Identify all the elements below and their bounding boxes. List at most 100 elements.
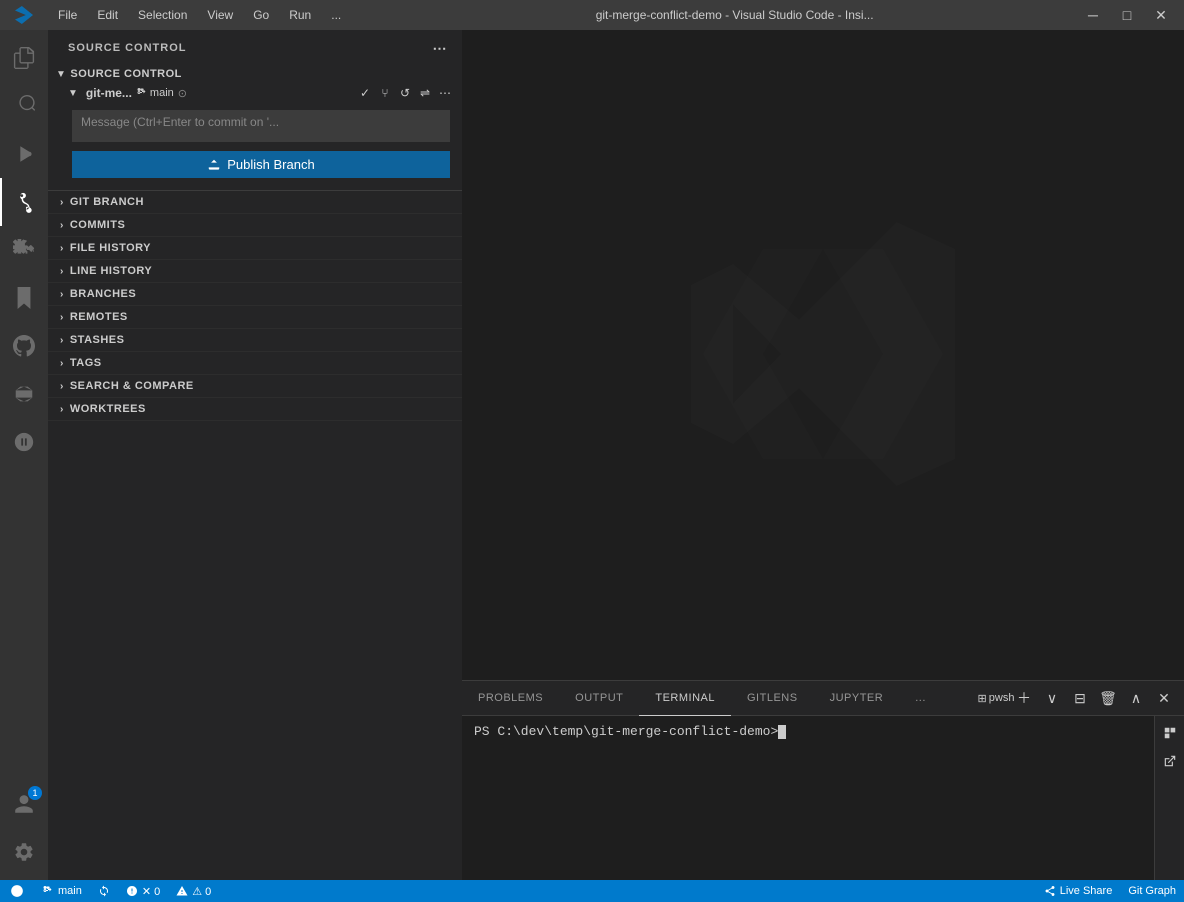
search-compare-panel[interactable]: › SEARCH & COMPARE (48, 375, 462, 398)
source-control-title[interactable]: ▼ SOURCE CONTROL (48, 66, 462, 82)
activity-accounts[interactable]: 1 (0, 780, 48, 828)
editor-area: PROBLEMS OUTPUT TERMINAL GITLENS JUPYTER… (462, 30, 1184, 880)
kill-terminal-button[interactable]: 🗑 (1096, 686, 1120, 710)
branches-panel[interactable]: › BRANCHES (48, 283, 462, 306)
title-bar: File Edit Selection View Go Run ... git-… (0, 0, 1184, 30)
status-liveshare[interactable]: Live Share (1036, 880, 1121, 902)
menu-more[interactable]: ... (321, 4, 351, 26)
activity-source-control[interactable] (0, 178, 48, 226)
panel-right-icon-1[interactable] (1157, 720, 1183, 746)
sidebar-more-button[interactable]: ⋯ (430, 38, 450, 58)
publish-button-label: Publish Branch (227, 157, 314, 172)
branch-action-btn[interactable]: ⑂ (376, 84, 394, 102)
tags-label: TAGS (70, 357, 102, 369)
status-branch[interactable]: main (34, 880, 90, 902)
activity-remote[interactable] (0, 418, 48, 466)
warning-status-icon (176, 885, 188, 897)
tab-terminal[interactable]: TERMINAL (639, 681, 731, 716)
refresh-action-btn[interactable]: ↺ (396, 84, 414, 102)
git-branch-label: GIT BRANCH (70, 196, 144, 208)
tags-panel[interactable]: › TAGS (48, 352, 462, 375)
activity-settings[interactable] (0, 828, 48, 876)
tab-jupyter[interactable]: JUPYTER (814, 681, 900, 716)
activity-run[interactable] (0, 130, 48, 178)
line-history-panel[interactable]: › LINE HISTORY (48, 260, 462, 283)
commit-message-box (72, 110, 450, 145)
split-terminal-button[interactable]: ⊟ (1068, 686, 1092, 710)
panel-collapse-up[interactable]: ∧ (1124, 686, 1148, 710)
status-left: main ✕ 0 ⚠ 0 (0, 880, 219, 902)
activity-bookmarks[interactable] (0, 274, 48, 322)
line-history-label: LINE HISTORY (70, 265, 152, 277)
sidebar-header: SOURCE CONTROL ⋯ (48, 30, 462, 62)
worktrees-panel[interactable]: › WORKTREES (48, 398, 462, 421)
sync-status-icon (98, 885, 110, 897)
remotes-panel[interactable]: › REMOTES (48, 306, 462, 329)
publish-icon (207, 158, 221, 172)
activity-gitlens[interactable] (0, 370, 48, 418)
stashes-panel[interactable]: › STASHES (48, 329, 462, 352)
repo-actions: ✓ ⑂ ↺ ⇌ ⋯ (356, 84, 454, 102)
error-status-icon (126, 885, 138, 897)
panel-tab-actions: ⊞ pwsh ＋ ∨ ⊟ 🗑 ∧ ✕ (984, 686, 1184, 710)
gitlens-panels: › GIT BRANCH › COMMITS › FILE HISTORY › … (48, 190, 462, 880)
file-history-label: FILE HISTORY (70, 242, 151, 254)
commit-message-input[interactable] (72, 110, 450, 142)
branches-chevron: › (60, 289, 64, 300)
gitgraph-label: Git Graph (1128, 885, 1176, 897)
status-right: Live Share Git Graph (1036, 880, 1184, 902)
tab-problems[interactable]: PROBLEMS (462, 681, 559, 716)
status-sync[interactable] (90, 880, 118, 902)
tab-more[interactable]: ... (899, 681, 942, 716)
activity-search[interactable] (0, 82, 48, 130)
menu-run[interactable]: Run (279, 4, 321, 26)
check-action-btn[interactable]: ✓ (356, 84, 374, 102)
terminal-content[interactable]: PS C:\dev\temp\git-merge-conflict-demo> (462, 716, 1154, 880)
panel-close-button[interactable]: ✕ (1152, 686, 1176, 710)
repo-row: ▼ git-me... main ⊙ ✓ ⑂ ↺ ⇌ ⋯ (48, 82, 462, 104)
liveshare-icon (1044, 885, 1056, 897)
stashes-chevron: › (60, 335, 64, 346)
sidebar-header-actions: ⋯ (430, 38, 450, 58)
shell-name: pwsh (989, 692, 1015, 704)
sidebar-title: SOURCE CONTROL (68, 42, 187, 54)
window-controls: ─ □ ✕ (1078, 0, 1184, 30)
menu-edit[interactable]: Edit (87, 4, 128, 26)
menu-go[interactable]: Go (243, 4, 279, 26)
status-errors[interactable]: ✕ 0 (118, 880, 168, 902)
publish-branch-button[interactable]: Publish Branch (72, 151, 450, 178)
sync-action-btn[interactable]: ⇌ (416, 84, 434, 102)
remote-icon: ⊙ (178, 87, 187, 100)
activity-github[interactable] (0, 322, 48, 370)
accounts-badge: 1 (28, 786, 42, 800)
panel-right-icon-2[interactable] (1157, 748, 1183, 774)
status-remote[interactable] (0, 880, 34, 902)
activity-extensions[interactable] (0, 226, 48, 274)
menu-view[interactable]: View (197, 4, 243, 26)
warning-count: ⚠ 0 (192, 885, 211, 898)
git-branch-panel[interactable]: › GIT BRANCH (48, 191, 462, 214)
minimize-button[interactable]: ─ (1078, 0, 1108, 30)
terminal-dropdown-button[interactable]: ∨ (1040, 686, 1064, 710)
branch-status-label: main (58, 885, 82, 897)
maximize-button[interactable]: □ (1112, 0, 1142, 30)
tab-gitlens[interactable]: GITLENS (731, 681, 814, 716)
editor-content (462, 30, 1184, 680)
remote-status-icon (10, 884, 24, 898)
tab-output[interactable]: OUTPUT (559, 681, 639, 716)
file-history-panel[interactable]: › FILE HISTORY (48, 237, 462, 260)
source-control-section: ▼ SOURCE CONTROL ▼ git-me... main ⊙ ✓ ⑂ … (48, 62, 462, 190)
commits-panel[interactable]: › COMMITS (48, 214, 462, 237)
more-action-btn[interactable]: ⋯ (436, 84, 454, 102)
activity-explorer[interactable] (0, 34, 48, 82)
menu-selection[interactable]: Selection (128, 4, 197, 26)
commits-label: COMMITS (70, 219, 125, 231)
new-terminal-button[interactable]: ＋ (1012, 686, 1036, 710)
status-warnings[interactable]: ⚠ 0 (168, 880, 219, 902)
menu-file[interactable]: File (48, 4, 87, 26)
status-gitgraph[interactable]: Git Graph (1120, 880, 1184, 902)
sidebar: SOURCE CONTROL ⋯ ▼ SOURCE CONTROL ▼ git-… (48, 30, 462, 880)
close-button[interactable]: ✕ (1146, 0, 1176, 30)
vscode-watermark (673, 204, 973, 507)
branch-tag: main (136, 87, 174, 99)
